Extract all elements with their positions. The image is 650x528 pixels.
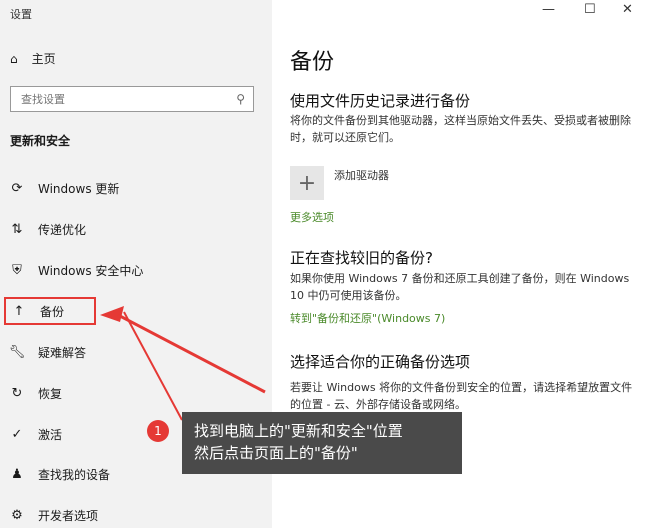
file-history-heading: 使用文件历史记录进行备份 (290, 92, 471, 110)
recovery-icon: ↻ (11, 385, 23, 401)
search-icon[interactable]: ⚲ (236, 92, 245, 106)
section-title: 更新和安全 (10, 134, 71, 148)
callout-line-2: 然后点击页面上的"备份" (194, 444, 358, 462)
older-backup-heading: 正在查找较旧的备份? (290, 249, 433, 267)
choose-backup-description: 若要让 Windows 将你的文件备份到安全的位置，请选择希望放置文件的位置 -… (290, 381, 633, 411)
sidebar-item-windows-update[interactable]: ⟳ Windows 更新 (10, 176, 266, 200)
close-button[interactable]: ✕ (622, 2, 633, 17)
arrow-up-icon: ↑ (13, 303, 25, 319)
maximize-button[interactable]: ☐ (584, 2, 596, 17)
sidebar-item-label: 恢复 (38, 386, 63, 401)
check-circle-icon: ✓ (11, 426, 23, 442)
instruction-callout: 找到电脑上的"更新和安全"位置 然后点击页面上的"备份" (182, 412, 462, 474)
sidebar-item-label: 激活 (38, 427, 63, 442)
sidebar-item-label: 开发者选项 (38, 508, 99, 523)
backup-restore-link[interactable]: 转到"备份和还原"(Windows 7) (290, 310, 445, 326)
plus-icon: + (297, 170, 317, 196)
sidebar-item-developer-options[interactable]: ⚙ 开发者选项 (10, 503, 266, 527)
sidebar-item-label: 传递优化 (38, 222, 87, 237)
sync-icon: ⟳ (11, 180, 23, 196)
page-title: 备份 (290, 50, 335, 75)
wrench-icon: 🔧︎ (8, 344, 26, 360)
choose-backup-heading: 选择适合你的正确备份选项 (290, 353, 471, 371)
more-options-link[interactable]: 更多选项 (290, 209, 334, 225)
sidebar-item-backup[interactable]: ↑ 备份 (4, 297, 96, 325)
sidebar-item-delivery-optimization[interactable]: ⇅ 传递优化 (10, 217, 266, 241)
minimize-button[interactable]: — (542, 2, 555, 17)
sidebar-item-label: Windows 更新 (38, 181, 120, 196)
callout-line-1: 找到电脑上的"更新和安全"位置 (194, 422, 403, 440)
home-nav-item[interactable]: ⌂ 主页 (10, 50, 56, 67)
developer-icon: ⚙ (11, 507, 23, 523)
find-device-icon: ♟ (11, 466, 23, 482)
home-label: 主页 (31, 52, 56, 66)
step-badge: 1 (147, 420, 169, 442)
add-drive-button[interactable]: + (290, 166, 324, 200)
sidebar-item-label: 查找我的设备 (38, 467, 111, 482)
sidebar-item-windows-security[interactable]: ⛨ Windows 安全中心 (10, 258, 266, 282)
sidebar-item-label: Windows 安全中心 (38, 263, 144, 278)
shield-icon: ⛨ (12, 262, 22, 278)
sidebar-item-label: 疑难解答 (38, 345, 87, 360)
sidebar-item-recovery[interactable]: ↻ 恢复 (10, 381, 266, 405)
app-title: 设置 (10, 8, 32, 21)
file-history-description: 将你的文件备份到其他驱动器，这样当原始文件丢失、受损或者被删除时，就可以还原它们… (290, 114, 631, 144)
home-icon: ⌂ (10, 51, 18, 66)
search-input[interactable] (19, 91, 223, 107)
older-backup-description: 如果你使用 Windows 7 备份和还原工具创建了备份，则在 Windows … (290, 272, 630, 302)
sidebar-item-troubleshoot[interactable]: 🔧︎ 疑难解答 (8, 340, 266, 364)
search-box[interactable]: ⚲ (10, 86, 254, 112)
sidebar-item-label: 备份 (40, 304, 65, 319)
delivery-icon: ⇅ (11, 221, 23, 237)
add-drive-label[interactable]: 添加驱动器 (334, 167, 389, 183)
